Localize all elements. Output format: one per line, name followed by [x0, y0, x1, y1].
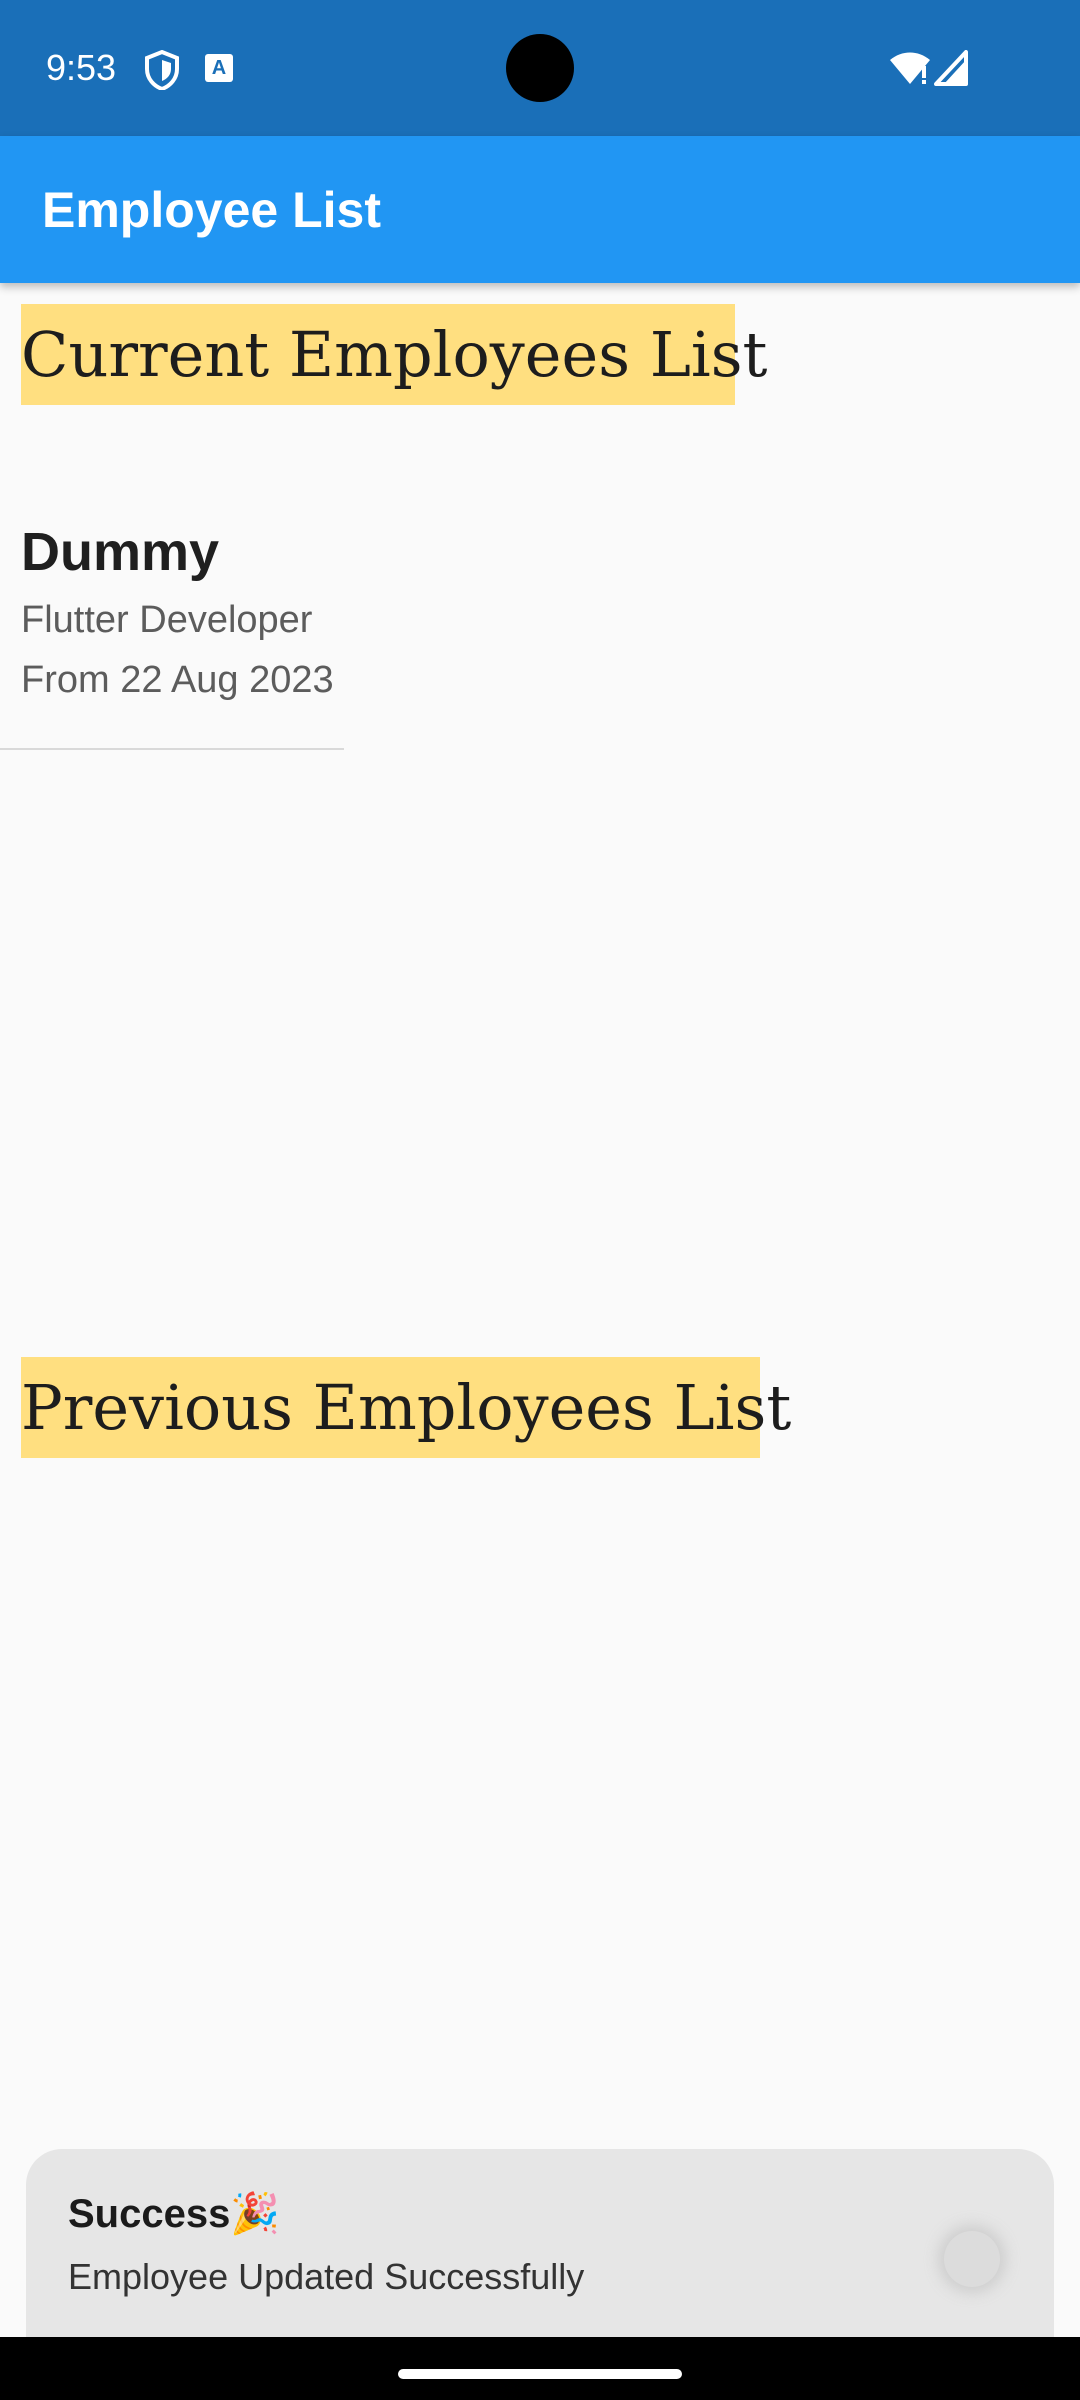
status-time: 9:53	[46, 47, 117, 88]
previous-employees-header: Previous Employees List	[21, 1357, 791, 1458]
employee-start-date: From 22 Aug 2023	[21, 659, 334, 701]
employee-role: Flutter Developer	[21, 599, 313, 641]
status-bar: 9:53 A	[0, 0, 1080, 136]
employee-name: Dummy	[21, 522, 220, 582]
camera-cutout	[506, 34, 574, 102]
shield-icon	[144, 49, 180, 92]
wifi-icon	[888, 50, 934, 86]
employee-list-item[interactable]: Dummy Flutter Developer From 22 Aug 2023	[0, 500, 344, 750]
home-gesture-handle[interactable]	[398, 2369, 682, 2379]
snackbar-message: Employee Updated Successfully	[68, 2256, 585, 2297]
app-bar: Employee List	[0, 136, 1080, 283]
snackbar-title: Success🎉	[68, 2192, 281, 2236]
snackbar-dismiss-button[interactable]	[944, 2231, 1000, 2287]
current-employees-header: Current Employees List	[21, 304, 767, 405]
success-snackbar: Success🎉 Employee Updated Successfully	[26, 2149, 1054, 2349]
page-title: Employee List	[42, 182, 381, 238]
system-nav-bar	[0, 2337, 1080, 2400]
signal-icon	[934, 50, 970, 86]
translate-a-icon: A	[205, 54, 233, 82]
